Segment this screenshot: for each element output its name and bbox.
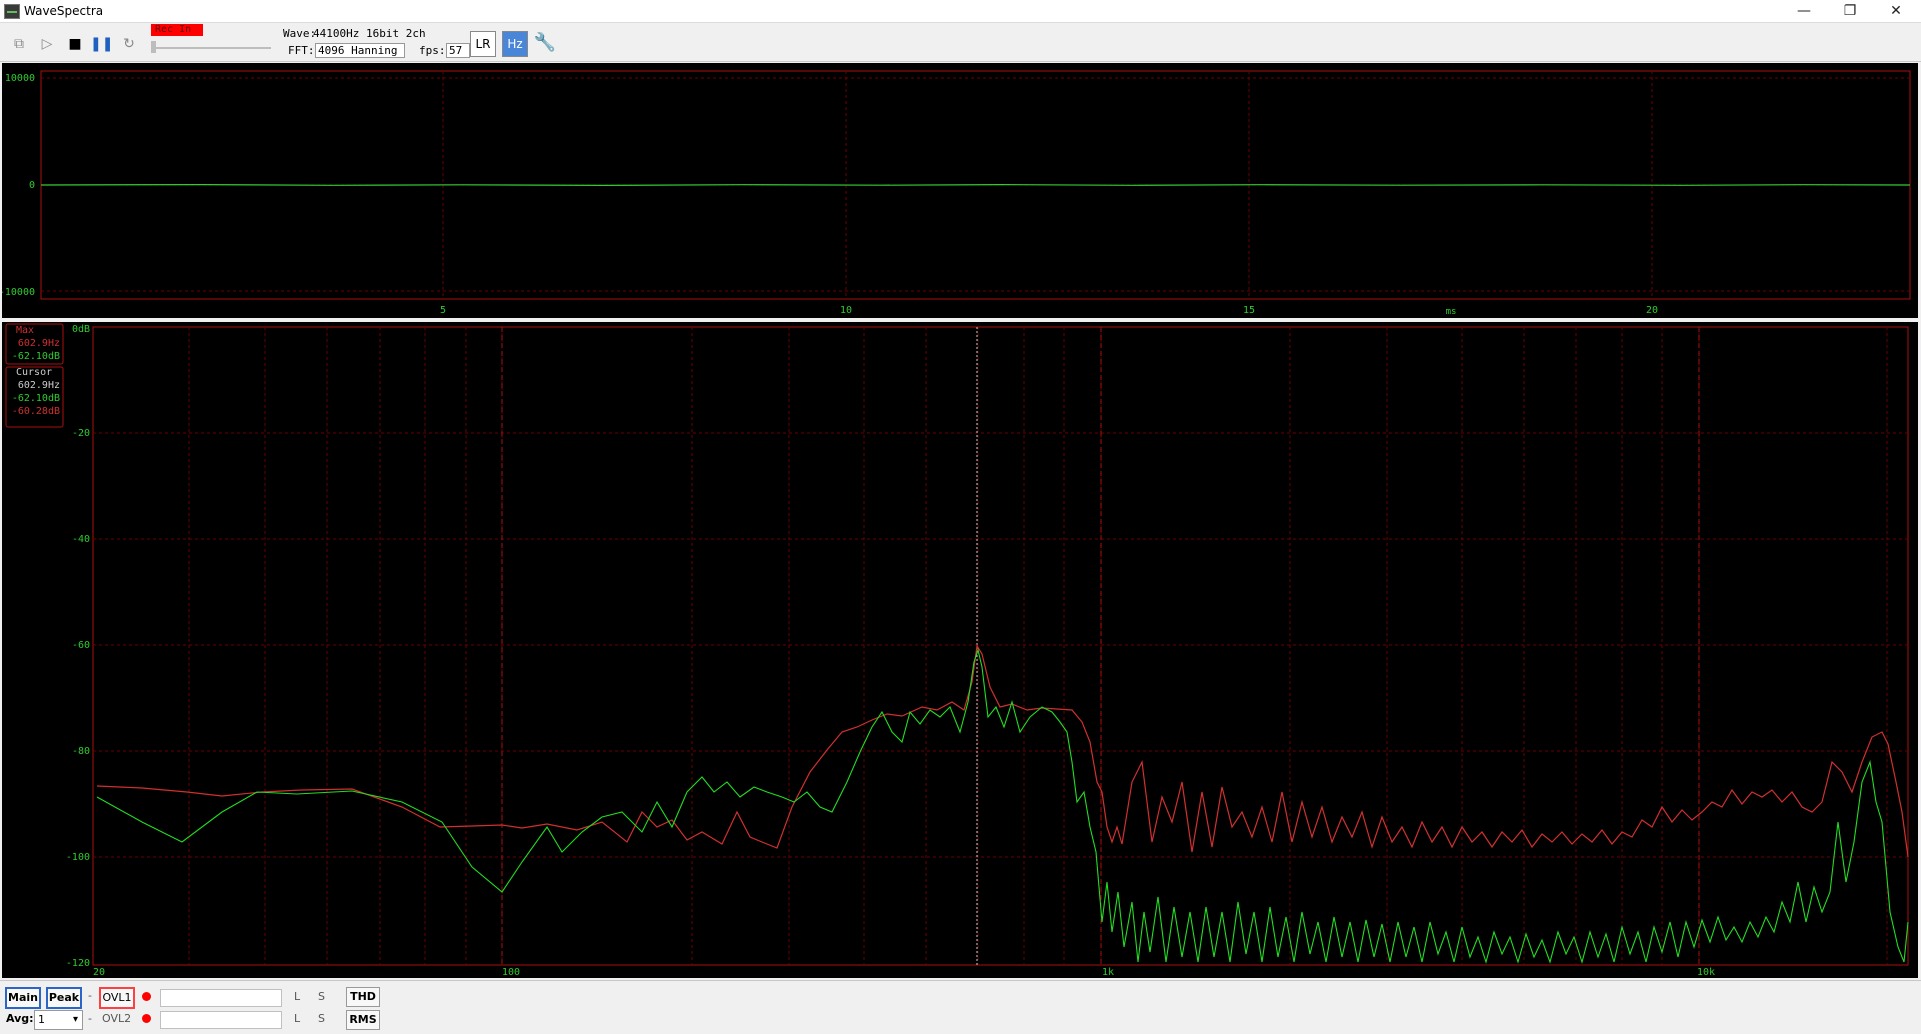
rec-in-indicator: Rec In [151,24,203,36]
spec-y-tick: -20 [72,428,90,439]
pause-icon[interactable]: ❚❚ [90,33,113,55]
fps-label: fps: [419,44,446,57]
spec-y-tick: -40 [72,534,90,545]
rms-button[interactable]: RMS [346,1010,380,1030]
ovl1-button[interactable]: OVL1 [99,987,135,1009]
main-button[interactable]: Main [5,987,41,1009]
wave-y-tick: -10000 [2,287,35,298]
spectrum-plot: 0dB -20 -40 -60 -80 -100 -120 20 100 1k … [5,323,1909,978]
avg-label: Avg: [6,1012,34,1025]
ovl2-record-icon[interactable] [142,1014,151,1023]
title-bar: WaveSpectra — ❐ ✕ [0,0,1921,23]
hz-scale-icon[interactable]: Hz [502,31,528,57]
open-file-icon[interactable]: ⧉ [8,33,30,55]
spec-y-tick: -80 [72,746,90,757]
level-slider-track[interactable] [151,47,271,49]
close-button[interactable]: ✕ [1873,0,1919,22]
ovl2-label[interactable]: OVL2 [102,1012,131,1025]
wave-format-value: 44100Hz 16bit 2ch [313,27,426,40]
maximize-button[interactable]: ❐ [1827,0,1873,22]
loop-icon[interactable]: ↻ [118,33,140,55]
peak-button[interactable]: Peak [46,987,82,1009]
level-slider-thumb[interactable] [151,41,156,53]
cursor-db-red: -60.28dB [12,406,60,417]
wave-x-tick: 20 [1646,305,1658,316]
spec-x-tick: 10k [1697,967,1715,978]
ovl1-s-toggle[interactable]: S [318,990,325,1003]
waveform-panel: 10000 0 -10000 5 10 15 ms 20 [0,63,1918,318]
wave-x-unit: ms [1446,307,1457,317]
ovl2-s-toggle[interactable]: S [318,1012,325,1025]
waveform-line [40,183,1911,187]
bottom-controls: Main Peak - OVL1 L S THD Avg: 1 ▾ - OVL2… [0,980,1921,1034]
fps-value: 57 [446,43,470,58]
minimize-button[interactable]: — [1781,0,1827,22]
spec-y-tick: 0dB [72,324,90,335]
cursor-readout-box: Cursor 602.9Hz -62.10dB -60.28dB [5,366,64,428]
spec-y-tick: -60 [72,640,90,651]
fft-setting-field[interactable]: 4096 Hanning [315,43,405,58]
cursor-label: Cursor [16,367,52,378]
wave-x-tick: 15 [1243,305,1255,316]
chevron-down-icon: ▾ [72,1014,78,1025]
ovl2-l-toggle[interactable]: L [294,1012,300,1025]
avg-select-value: 1 [38,1013,45,1026]
app-icon [4,4,20,19]
ovl1-record-icon[interactable] [142,992,151,1001]
max-readout-box: Max 602.9Hz -62.10dB [5,323,64,365]
avg-select[interactable]: 1 ▾ [34,1010,83,1030]
wave-x-tick: 5 [440,305,446,316]
play-icon[interactable]: ▷ [36,33,58,55]
current-spectrum-line [96,647,1909,964]
cursor-db-green: -62.10dB [12,393,60,404]
spec-x-tick: 1k [1102,967,1114,978]
wave-x-tick: 10 [840,305,852,316]
ovl1-l-toggle[interactable]: L [294,990,300,1003]
ovl1-name-field[interactable] [160,989,282,1007]
toolbar: ⧉ ▷ ■ ❚❚ ↻ Rec In Wave: 44100Hz 16bit 2c… [0,23,1921,62]
spec-y-tick: -100 [66,852,90,863]
stop-icon[interactable]: ■ [64,33,86,55]
spec-y-tick: -120 [66,958,90,969]
spectrum-panel: 0dB -20 -40 -60 -80 -100 -120 20 100 1k … [2,322,1918,978]
cursor-freq: 602.9Hz [18,380,60,391]
ovl1-dash: - [88,989,92,1002]
lr-channel-icon[interactable]: LR [470,31,496,57]
max-db: -62.10dB [12,351,60,362]
thd-button[interactable]: THD [346,987,380,1007]
max-label: Max [16,325,34,336]
wave-label: Wave: [283,27,317,40]
spec-x-tick: 20 [93,967,105,978]
wave-y-tick: 10000 [5,73,35,84]
waveform-plot: 10000 0 -10000 5 10 15 ms 20 [0,70,1911,317]
window-title: WaveSpectra [24,4,104,18]
wave-y-tick: 0 [29,180,35,191]
ovl2-dash: - [88,1012,92,1025]
settings-wrench-icon[interactable]: 🔧 [533,31,557,55]
spec-x-tick: 100 [502,967,520,978]
fft-label: FFT: [288,44,315,57]
max-freq: 602.9Hz [18,338,60,349]
ovl2-name-field[interactable] [160,1011,282,1029]
